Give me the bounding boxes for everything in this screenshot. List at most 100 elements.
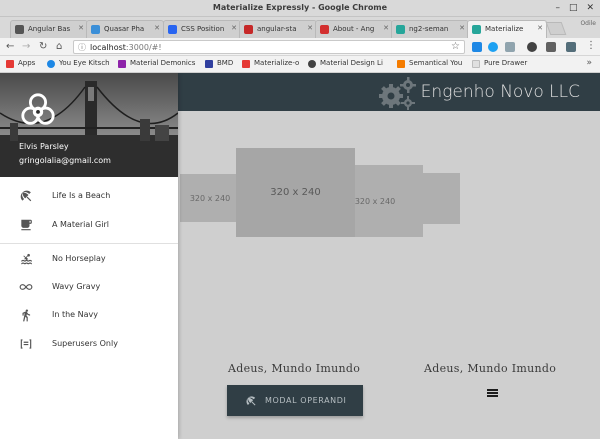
- bookmark-favicon-icon: [397, 60, 405, 68]
- tab-close-icon[interactable]: ✕: [231, 24, 237, 32]
- bookmark-label: Semantical You: [409, 59, 463, 67]
- menu-dots-icon[interactable]: ⋮: [586, 40, 596, 51]
- home-icon[interactable]: ⌂: [56, 41, 62, 52]
- tab-label: Quasar Pha: [104, 25, 145, 33]
- tab-favicon-icon: [244, 25, 253, 34]
- new-tab-button[interactable]: [545, 22, 567, 35]
- bookmark-label: Apps: [18, 59, 36, 67]
- bookmark-material-demonics[interactable]: Material Demonics: [118, 59, 196, 68]
- extension-twitter-icon[interactable]: [488, 42, 498, 52]
- bookmark-apps[interactable]: Apps: [6, 59, 36, 68]
- walk-icon: [22, 309, 31, 322]
- tab-label: CSS Position: [181, 25, 225, 33]
- tab-label: Materialize: [485, 25, 524, 33]
- tab-favicon-icon: [472, 25, 481, 34]
- nav-item-in-the-navy[interactable]: In the Navy: [0, 301, 178, 329]
- browser-toolbar: ← → ↻ ⌂ ⓘ localhost:3000/#! ☆ ⋮: [0, 38, 600, 56]
- nav-item-label: No Horseplay: [52, 254, 106, 263]
- pool-icon: [21, 253, 32, 265]
- coffee-icon: [21, 219, 32, 231]
- tab-favicon-icon: [91, 25, 100, 34]
- extension-cast-icon[interactable]: [546, 42, 556, 52]
- nav-item-no-horseplay[interactable]: No Horseplay: [0, 245, 178, 273]
- nav-item-label: In the Navy: [52, 310, 98, 319]
- bookmark-favicon-icon: [242, 60, 250, 68]
- extension-capture-icon[interactable]: [566, 42, 576, 52]
- tab-close-icon[interactable]: ✕: [78, 24, 84, 32]
- tab-close-icon[interactable]: ✕: [383, 24, 389, 32]
- nav-item-label: Life Is a Beach: [52, 191, 111, 200]
- url-path: :3000/#!: [125, 43, 162, 52]
- nav-item-superusers-only[interactable]: Superusers Only: [0, 330, 178, 358]
- url-host: localhost: [90, 43, 126, 52]
- bookmarks-bar: Apps You Eye Kitsch Material Demonics BM…: [0, 56, 600, 73]
- bookmark-material-design-lite[interactable]: Material Design Li: [308, 59, 383, 68]
- tab-quasar[interactable]: Quasar Pha ✕: [86, 20, 164, 38]
- tab-close-icon[interactable]: ✕: [459, 24, 465, 32]
- admin-icon: [20, 339, 32, 349]
- nav-item-label: A Material Girl: [52, 220, 109, 229]
- bookmark-label: Material Demonics: [130, 59, 196, 67]
- page-info-icon[interactable]: ⓘ: [78, 42, 86, 53]
- user-email[interactable]: gringolalia@gmail.com: [19, 156, 111, 165]
- window-title: Materialize Expressly - Google Chrome: [212, 3, 388, 12]
- nav-item-label: Superusers Only: [52, 339, 118, 348]
- bookmark-label: You Eye Kitsch: [59, 59, 110, 67]
- infinity-icon: [19, 284, 33, 290]
- profile-name[interactable]: Odile: [580, 20, 596, 27]
- bookmark-favicon-icon: [472, 60, 480, 68]
- maximize-icon[interactable]: □: [569, 3, 578, 13]
- tab-angular-basics[interactable]: Angular Bas ✕: [10, 20, 88, 38]
- nav-item-label: Wavy Gravy: [52, 282, 101, 291]
- side-navigation: Elvis Parsley gringolalia@gmail.com Life…: [0, 73, 178, 439]
- tab-close-icon[interactable]: ✕: [307, 24, 313, 32]
- tab-ng2-semantic[interactable]: ng2-seman ✕: [391, 20, 469, 38]
- tab-favicon-icon: [15, 25, 24, 34]
- address-bar[interactable]: ⓘ localhost:3000/#! ☆: [73, 40, 465, 54]
- bookmark-favicon-icon: [205, 60, 213, 68]
- tab-about-angular[interactable]: About - Ang ✕: [315, 20, 393, 38]
- window-titlebar: Materialize Expressly - Google Chrome – …: [0, 0, 600, 17]
- tab-css-position[interactable]: CSS Position ✕: [163, 20, 241, 38]
- arrow-left-icon[interactable]: ←: [6, 41, 14, 52]
- nav-item-life-is-a-beach[interactable]: Life Is a Beach: [0, 182, 178, 210]
- bookmark-label: BMD: [217, 59, 234, 67]
- tab-close-icon[interactable]: ✕: [537, 24, 543, 32]
- page-viewport: Engenho Novo LLC 320 x 240 320 x 240 320…: [0, 73, 600, 439]
- user-name[interactable]: Elvis Parsley: [19, 142, 69, 151]
- tab-strip: Angular Bas ✕ Quasar Pha ✕ CSS Position …: [0, 17, 600, 38]
- bookmark-star-icon[interactable]: ☆: [451, 41, 460, 52]
- bookmarks-overflow-icon[interactable]: »: [586, 58, 592, 68]
- bookmark-materialize-o[interactable]: Materialize-o: [242, 59, 300, 68]
- extension-github-icon[interactable]: [527, 42, 537, 52]
- tab-favicon-icon: [320, 25, 329, 34]
- tab-label: Angular Bas: [28, 25, 71, 33]
- biohazard-icon: [21, 93, 55, 125]
- tab-label: ng2-seman: [409, 25, 449, 33]
- tab-label: angular-sta: [257, 25, 297, 33]
- arrow-right-icon[interactable]: →: [22, 41, 30, 52]
- bookmark-semantical-you[interactable]: Semantical You: [397, 59, 463, 68]
- bookmark-you-eye-kitsch[interactable]: You Eye Kitsch: [47, 59, 110, 68]
- tab-close-icon[interactable]: ✕: [154, 24, 160, 32]
- tab-angular-starter[interactable]: angular-sta ✕: [239, 20, 317, 38]
- bookmark-label: Materialize-o: [254, 59, 300, 67]
- bookmark-label: Material Design Li: [320, 59, 383, 67]
- reload-icon[interactable]: ↻: [39, 41, 47, 52]
- tab-label: About - Ang: [333, 25, 375, 33]
- extension-vue-icon[interactable]: [472, 42, 482, 52]
- tab-favicon-icon: [396, 25, 405, 34]
- tab-materialize[interactable]: Materialize ✕: [467, 20, 547, 38]
- bookmark-bmd[interactable]: BMD: [205, 59, 234, 68]
- apps-grid-icon: [6, 60, 14, 68]
- url-text[interactable]: localhost:3000/#!: [90, 43, 162, 52]
- tab-favicon-icon: [168, 25, 177, 34]
- nav-item-wavy-gravy[interactable]: Wavy Gravy: [0, 273, 178, 301]
- user-view-background: Elvis Parsley gringolalia@gmail.com: [0, 73, 178, 177]
- beach-umbrella-icon: [20, 190, 32, 202]
- extension-filter-icon[interactable]: [505, 42, 515, 52]
- bookmark-pure-drawer[interactable]: Pure Drawer: [472, 59, 527, 68]
- close-icon[interactable]: ✕: [586, 3, 594, 13]
- nav-item-a-material-girl[interactable]: A Material Girl: [0, 211, 178, 239]
- minimize-icon[interactable]: –: [555, 3, 560, 13]
